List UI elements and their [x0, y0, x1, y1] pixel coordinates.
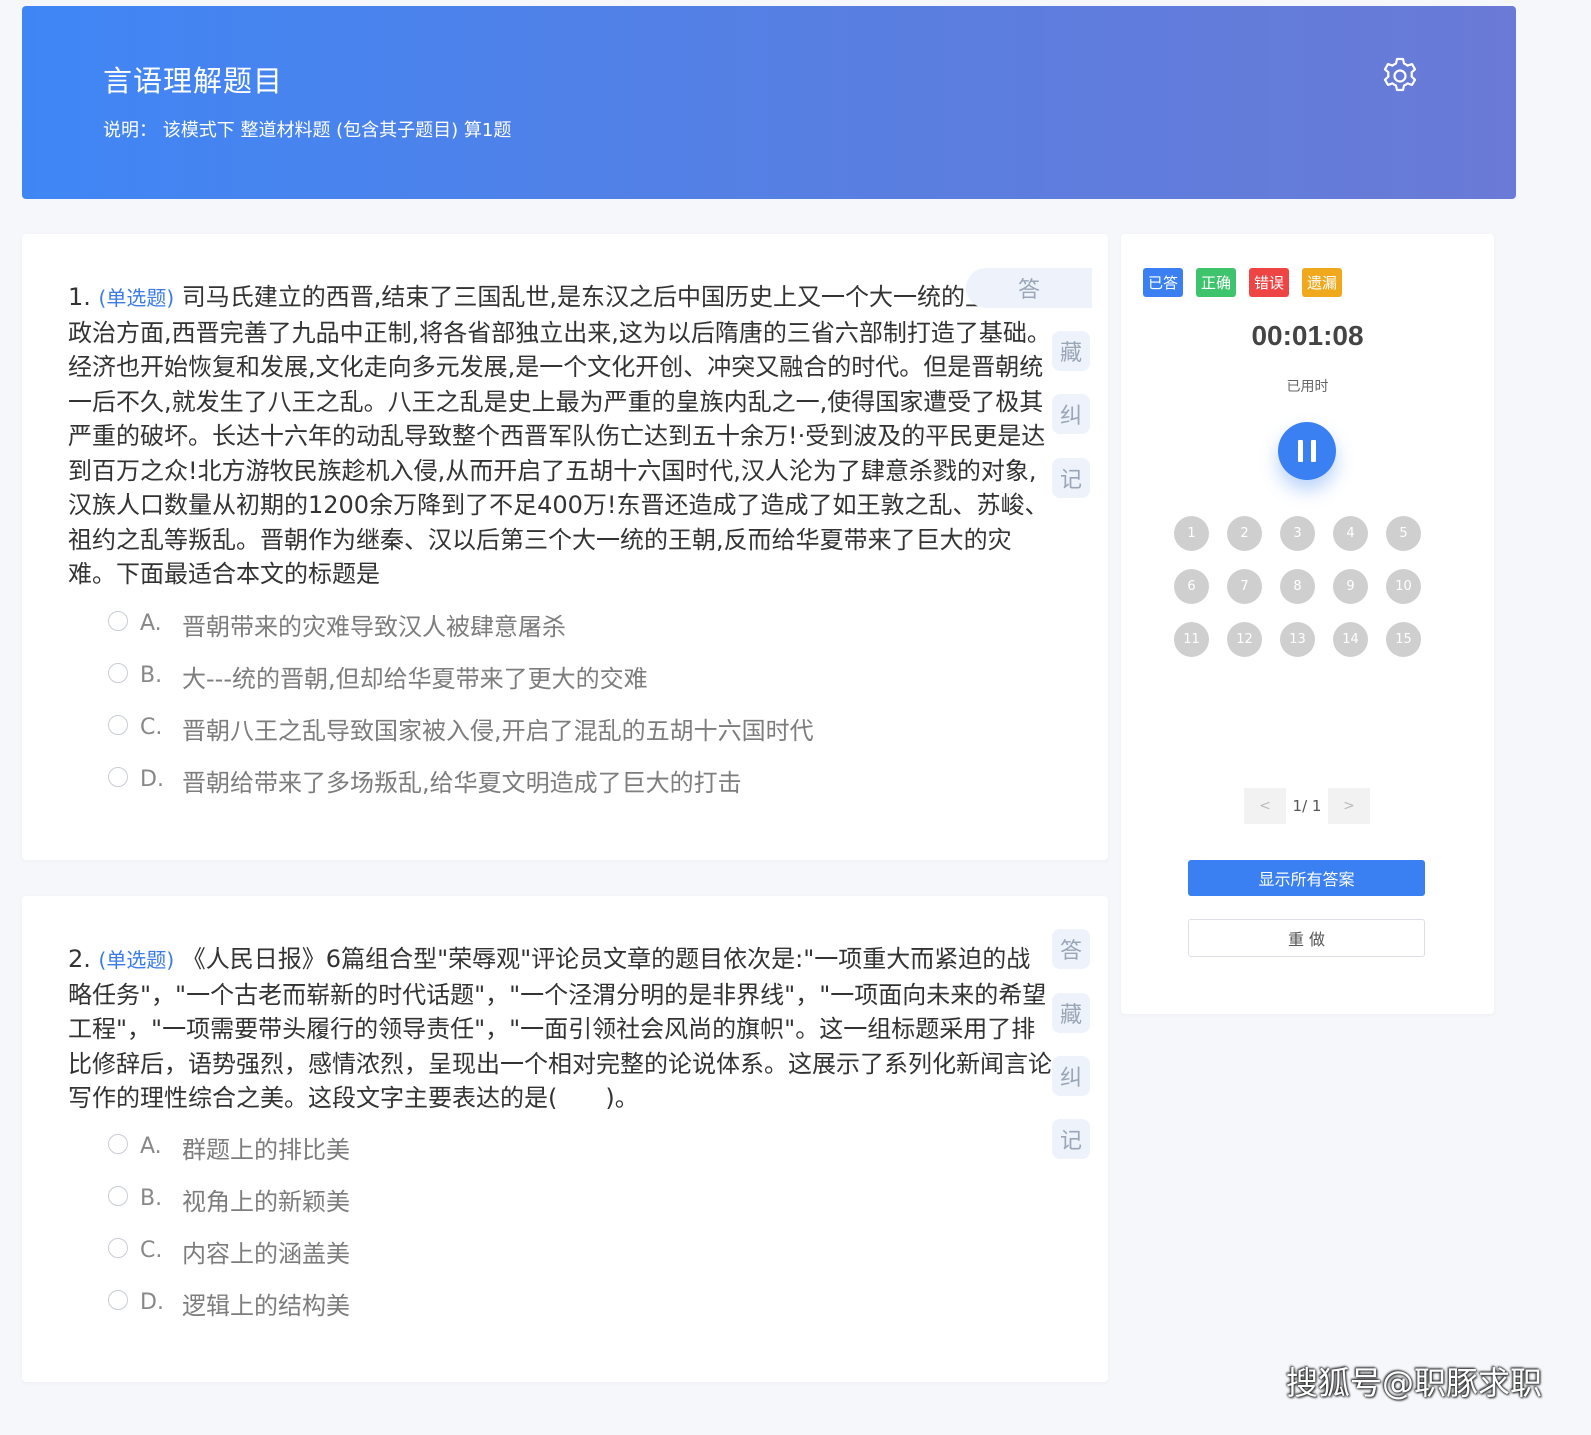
redo-button[interactable]: 重 做	[1188, 919, 1425, 957]
question-number-cell[interactable]: 14	[1333, 622, 1368, 657]
option-a[interactable]: A. 群题上的排比美	[108, 1130, 350, 1182]
pause-icon	[1298, 440, 1303, 462]
option-text: 晋朝带来的灾难导致汉人被肆意屠杀	[182, 613, 566, 641]
option-d[interactable]: D. 晋朝给带来了多场叛乱,给华夏文明造成了巨大的打击	[108, 763, 814, 815]
option-key: D.	[140, 1290, 164, 1315]
show-answer-button[interactable]: 答	[1052, 929, 1090, 969]
question-number-cell[interactable]: 1	[1174, 516, 1209, 551]
pause-icon	[1311, 440, 1316, 462]
option-key: D.	[140, 767, 164, 792]
show-all-answers-button[interactable]: 显示所有答案	[1188, 860, 1425, 896]
question-number-cell[interactable]: 13	[1280, 622, 1315, 657]
question-number-grid: 1 2 3 4 5 6 7 8 9 10 11 12 13 14 15	[1174, 516, 1421, 657]
gear-icon[interactable]	[1380, 56, 1420, 96]
option-key: B.	[140, 1186, 163, 1211]
option-text: 内容上的涵盖美	[182, 1240, 350, 1268]
page-header: 言语理解题目 说明： 该模式下 整道材料题 (包含其子题目) 算1题	[22, 6, 1516, 199]
pause-button[interactable]	[1278, 422, 1336, 480]
option-text: 视角上的新颖美	[182, 1188, 350, 1216]
question-stem: 2. (单选题) 《人民日报》6篇组合型"荣辱观"评论员文章的题目依次是:"一项…	[68, 942, 1053, 1116]
timer-label: 已用时	[1286, 379, 1329, 395]
show-answer-button[interactable]: 答	[966, 268, 1092, 308]
options-list: A. 晋朝带来的灾难导致汉人被肆意屠杀 B. 大---统的晋朝,但却给华夏带来了…	[108, 607, 814, 815]
question-type: (单选题)	[98, 286, 175, 310]
question-number-cell[interactable]: 5	[1386, 516, 1421, 551]
question-number-cell[interactable]: 11	[1174, 622, 1209, 657]
radio-button[interactable]	[108, 1238, 128, 1258]
option-b[interactable]: B. 大---统的晋朝,但却给华夏带来了更大的交难	[108, 659, 814, 711]
question-card-2: 2. (单选题) 《人民日报》6篇组合型"荣辱观"评论员文章的题目依次是:"一项…	[22, 896, 1108, 1382]
question-stem: 1. (单选题) 司马氏建立的西晋,结束了三国乱世,是东汉之后中国历史上又一个大…	[68, 280, 1053, 592]
legend-correct-badge: 正确	[1196, 268, 1237, 297]
legend-wrong-badge: 错误	[1249, 268, 1290, 297]
radio-button[interactable]	[108, 1134, 128, 1154]
favorite-button[interactable]: 藏	[1052, 993, 1090, 1033]
question-number-cell[interactable]: 7	[1227, 569, 1262, 604]
radio-button[interactable]	[108, 1290, 128, 1310]
option-b[interactable]: B. 视角上的新颖美	[108, 1182, 350, 1234]
question-number-cell[interactable]: 9	[1333, 569, 1368, 604]
page-indicator: 1/ 1	[1292, 797, 1322, 815]
question-number-cell[interactable]: 8	[1280, 569, 1315, 604]
elapsed-timer: 00:01:08	[1251, 320, 1364, 351]
option-d[interactable]: D. 逻辑上的结构美	[108, 1286, 350, 1338]
report-error-button[interactable]: 纠	[1052, 394, 1090, 434]
option-text: 逻辑上的结构美	[182, 1292, 350, 1320]
prev-page-button[interactable]: <	[1244, 788, 1286, 824]
option-text: 晋朝八王之乱导致国家被入侵,开启了混乱的五胡十六国时代	[182, 717, 814, 745]
radio-button[interactable]	[108, 1186, 128, 1206]
favorite-button[interactable]: 藏	[1052, 331, 1090, 371]
watermark: 搜狐号@职豚求职	[1286, 1364, 1543, 1402]
question-number-cell[interactable]: 10	[1386, 569, 1421, 604]
legend-missed-badge: 遗漏	[1302, 268, 1343, 297]
note-button[interactable]: 记	[1052, 458, 1090, 498]
option-key: B.	[140, 663, 163, 688]
option-a[interactable]: A. 晋朝带来的灾难导致汉人被肆意屠杀	[108, 607, 814, 659]
option-key: C.	[140, 1238, 163, 1263]
question-type: (单选题)	[98, 948, 175, 972]
option-key: C.	[140, 715, 163, 740]
page-title: 言语理解题目	[103, 64, 284, 98]
radio-button[interactable]	[108, 767, 128, 787]
legend-answered-badge: 已答	[1143, 268, 1184, 297]
question-number-cell[interactable]: 6	[1174, 569, 1209, 604]
radio-button[interactable]	[108, 611, 128, 631]
question-number-cell[interactable]: 15	[1386, 622, 1421, 657]
mode-description: 说明： 该模式下 整道材料题 (包含其子题目) 算1题	[103, 120, 512, 141]
question-text: 司马氏建立的西晋,结束了三国乱世,是东汉之后中国历史上又一个大一统的王朝。政治方…	[68, 283, 1051, 588]
option-text: 晋朝给带来了多场叛乱,给华夏文明造成了巨大的打击	[182, 769, 742, 797]
radio-button[interactable]	[108, 715, 128, 735]
question-number-cell[interactable]: 3	[1280, 516, 1315, 551]
status-legend: 已答 正确 错误 遗漏	[1143, 268, 1343, 297]
question-number: 1.	[68, 283, 91, 311]
next-page-button[interactable]: >	[1328, 788, 1370, 824]
question-number-cell[interactable]: 12	[1227, 622, 1262, 657]
question-number-cell[interactable]: 4	[1333, 516, 1368, 551]
options-list: A. 群题上的排比美 B. 视角上的新颖美 C. 内容上的涵盖美 D. 逻辑上的…	[108, 1130, 350, 1338]
option-key: A.	[140, 1134, 162, 1159]
option-text: 大---统的晋朝,但却给华夏带来了更大的交难	[182, 665, 648, 693]
question-number: 2.	[68, 945, 91, 973]
option-text: 群题上的排比美	[182, 1136, 350, 1164]
option-c[interactable]: C. 晋朝八王之乱导致国家被入侵,开启了混乱的五胡十六国时代	[108, 711, 814, 763]
option-key: A.	[140, 611, 162, 636]
question-text: 《人民日报》6篇组合型"荣辱观"评论员文章的题目依次是:"一项重大而紧迫的战略任…	[68, 945, 1052, 1112]
answer-sheet-panel: 已答 正确 错误 遗漏 00:01:08 已用时 1 2 3 4 5 6 7 8…	[1121, 234, 1494, 1014]
option-c[interactable]: C. 内容上的涵盖美	[108, 1234, 350, 1286]
question-number-cell[interactable]: 2	[1227, 516, 1262, 551]
report-error-button[interactable]: 纠	[1052, 1056, 1090, 1096]
note-button[interactable]: 记	[1052, 1119, 1090, 1159]
pagination: < 1/ 1 >	[1244, 788, 1370, 824]
radio-button[interactable]	[108, 663, 128, 683]
question-card-1: 1. (单选题) 司马氏建立的西晋,结束了三国乱世,是东汉之后中国历史上又一个大…	[22, 234, 1108, 860]
